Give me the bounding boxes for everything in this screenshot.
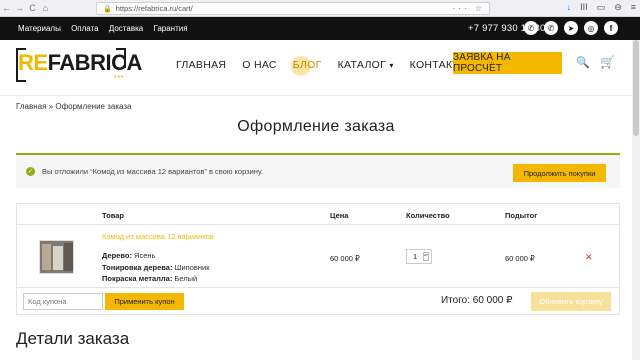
menu-icon[interactable]: ≡ — [631, 2, 636, 13]
apply-coupon-button[interactable]: Применить купон — [105, 293, 184, 310]
coupon-input[interactable] — [23, 293, 103, 310]
url-text: https://refabrica.ru/cart/ — [115, 4, 193, 13]
whatsapp-icon[interactable]: ✆ — [524, 21, 538, 35]
logo-dots: ••• — [114, 74, 125, 81]
attr-tint-value: Шиповник — [174, 263, 210, 272]
header-quantity: Количество — [406, 211, 450, 220]
telegram-icon[interactable]: ➤ — [564, 21, 578, 35]
item-subtotal: 60 000 ₽ — [505, 254, 535, 263]
browser-toolbar: ← → C ⌂ 🔒 https://refabrica.ru/cart/ ···… — [0, 0, 640, 17]
logo[interactable]: REFABRICA ••• — [16, 48, 142, 82]
logo-fabrica: FABRICA — [47, 50, 143, 75]
quantity-stepper[interactable]: ▴▾ — [423, 252, 429, 261]
divider — [17, 287, 619, 288]
top-menu-payment[interactable]: Оплата — [71, 24, 99, 33]
attr-wood-value: Ясень — [134, 251, 156, 260]
order-details-heading: Детали заказа — [16, 329, 130, 348]
divider — [17, 224, 619, 225]
header-subtotal: Подытог — [505, 211, 538, 220]
request-quote-button[interactable]: ЗАЯВКА НА ПРОСЧЁТ — [453, 52, 562, 74]
product-thumbnail[interactable] — [39, 240, 74, 274]
attr-wood-label: Дерево: — [102, 251, 132, 260]
instagram-icon[interactable]: ◎ — [584, 21, 598, 35]
cart-total: Итого: 60 000 ₽ — [441, 295, 513, 306]
attr-metal-value: Белый — [174, 274, 198, 283]
sidebar-icon[interactable]: ▭ — [597, 2, 606, 13]
top-menu: Материалы Оплата Доставка Гарантия — [18, 24, 196, 33]
site-header: REFABRICA ••• ГЛАВНАЯ О НАС БЛОГ КАТАЛОГ… — [0, 40, 640, 96]
attr-metal: Покраска металла: Белый — [102, 274, 197, 283]
top-menu-delivery[interactable]: Доставка — [109, 24, 143, 33]
cart-table: Товар Цена Количество Подытог Комод из м… — [16, 203, 620, 315]
attr-tint: Тонировка дерева: Шиповник — [102, 263, 209, 272]
nav-catalog[interactable]: КАТАЛОГ ▾ — [338, 59, 394, 71]
product-name-link[interactable]: Комод из массива 12 вариантов — [102, 232, 214, 241]
main-nav: ГЛАВНАЯ О НАС БЛОГ КАТАЛОГ ▾ КОНТАКТЫ — [176, 56, 485, 76]
attr-metal-label: Покраска металла: — [102, 274, 173, 283]
home-icon[interactable]: ⌂ — [39, 3, 52, 13]
scrollbar-thumb[interactable] — [633, 40, 639, 136]
search-icon[interactable]: 🔍 — [576, 56, 590, 69]
header-price: Цена — [330, 211, 349, 220]
nav-catalog-label: КАТАЛОГ — [337, 59, 387, 71]
nav-blog[interactable]: БЛОГ — [290, 56, 322, 76]
page-actions-icon[interactable]: ··· ☆ — [453, 4, 485, 13]
browser-right-icons: ↓ III ▭ ⊖ ≡ — [567, 2, 636, 13]
top-menu-materials[interactable]: Материалы — [18, 24, 61, 33]
viber-icon[interactable]: ✆ — [544, 21, 558, 35]
top-menu-warranty[interactable]: Гарантия — [153, 24, 187, 33]
breadcrumb[interactable]: Главная » Оформление заказа — [16, 102, 132, 111]
quantity-input[interactable]: 1 ▴▾ — [406, 249, 432, 264]
page-title: Оформление заказа — [237, 118, 395, 135]
continue-shopping-button[interactable]: Продолжить покупки — [513, 164, 606, 182]
logo-re: RE — [18, 50, 48, 75]
attr-wood: Дерево: Ясень — [102, 251, 155, 260]
download-icon[interactable]: ↓ — [567, 2, 572, 13]
check-icon: ✓ — [26, 167, 35, 176]
facebook-icon[interactable]: f — [604, 21, 618, 35]
nav-blog-label: БЛОГ — [292, 59, 322, 71]
library-icon[interactable]: III — [580, 2, 588, 13]
account-icon[interactable]: ⊖ — [614, 2, 622, 13]
attr-tint-label: Тонировка дерева: — [102, 263, 173, 272]
nav-about[interactable]: О НАС — [242, 59, 277, 71]
header-product: Товар — [102, 211, 124, 220]
cart-notice: ✓ Вы отложили “Комод из массива 12 вариа… — [16, 153, 620, 188]
top-bar: Материалы Оплата Доставка Гарантия +7 97… — [0, 17, 640, 40]
notice-text: Вы отложили “Комод из массива 12 вариант… — [42, 167, 264, 176]
back-icon[interactable]: ← — [0, 3, 13, 13]
nav-home[interactable]: ГЛАВНАЯ — [176, 59, 226, 71]
chevron-down-icon: ▾ — [389, 61, 394, 70]
lock-icon: 🔒 — [103, 5, 112, 13]
address-bar[interactable]: 🔒 https://refabrica.ru/cart/ ··· ☆ — [96, 2, 490, 15]
cart-icon[interactable]: 🛒 — [600, 55, 615, 69]
remove-item-icon[interactable]: ✕ — [585, 252, 593, 263]
forward-icon[interactable]: → — [13, 3, 26, 13]
social-links: ✆ ✆ ➤ ◎ f — [524, 21, 618, 35]
update-cart-button[interactable]: Обновить корзину — [531, 292, 611, 311]
reload-icon[interactable]: C — [26, 3, 39, 13]
item-price: 60 000 ₽ — [330, 254, 360, 263]
scrollbar[interactable] — [632, 40, 640, 360]
quantity-value: 1 — [413, 252, 418, 261]
